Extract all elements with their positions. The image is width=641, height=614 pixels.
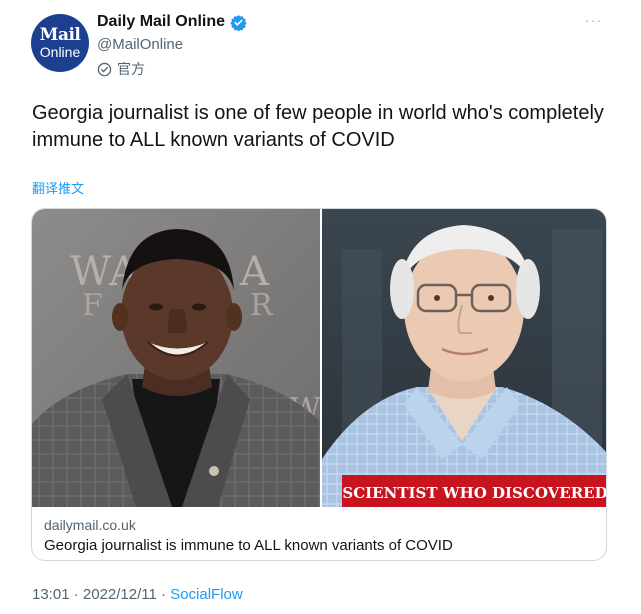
- image-caption: SCIENTIST WHO DISCOVERED: [342, 484, 607, 502]
- verified-badge-icon: [230, 14, 247, 31]
- avatar-logo-line1: Mail: [39, 24, 81, 45]
- card-domain: dailymail.co.uk: [44, 517, 136, 533]
- card-images: WA A F R W: [32, 209, 607, 507]
- footer-separator: ·: [156, 586, 171, 603]
- tweet-time[interactable]: 13:01: [32, 586, 70, 603]
- official-check-icon: [97, 62, 112, 76]
- journalist-photo: WA A F R W: [32, 209, 321, 507]
- tweet-footer: 13:01 · 2022/12/11 · SocialFlow: [32, 586, 243, 603]
- card-meta: dailymail.co.uk Georgia journalist is im…: [32, 507, 606, 560]
- card-title: Georgia journalist is immune to ALL know…: [44, 537, 453, 554]
- tweet-date[interactable]: 2022/12/11: [83, 586, 157, 603]
- avatar-logo-line2: Online: [39, 43, 81, 60]
- backdrop-letters-4: R: [250, 288, 274, 323]
- avatar[interactable]: Mail Online: [31, 14, 89, 72]
- account-handle[interactable]: @MailOnline: [97, 36, 183, 53]
- official-label-row: 官方: [97, 59, 145, 79]
- backdrop-letters-3: F: [82, 288, 103, 323]
- tweet-text: Georgia journalist is one of few people …: [32, 102, 604, 151]
- account-name-row: Daily Mail Online: [97, 13, 247, 31]
- tweet: Mail Online Daily Mail Online @MailOnlin…: [0, 0, 641, 614]
- official-label: 官方: [117, 61, 145, 77]
- account-name[interactable]: Daily Mail Online: [97, 13, 225, 31]
- more-options-icon[interactable]: ···: [585, 12, 602, 28]
- footer-separator: ·: [69, 586, 83, 603]
- translate-tweet-link[interactable]: 翻译推文: [32, 178, 84, 197]
- scientist-photo: [322, 209, 606, 507]
- link-card[interactable]: WA A F R W: [31, 208, 607, 561]
- tweet-source[interactable]: SocialFlow: [170, 586, 243, 603]
